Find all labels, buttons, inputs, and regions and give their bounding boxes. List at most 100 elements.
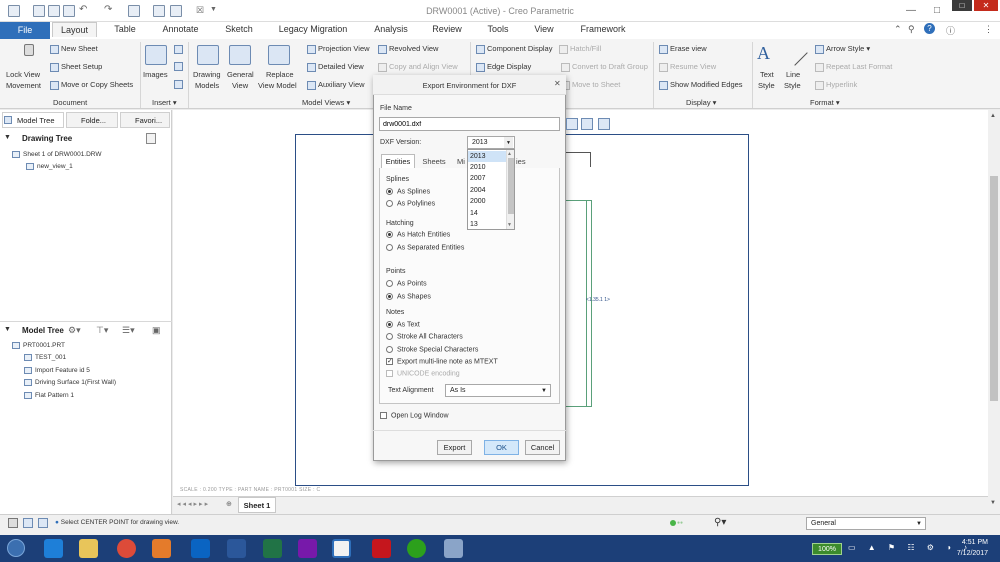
view-geometry-outline[interactable]	[566, 200, 592, 407]
clock-time[interactable]: 4:51 PM	[950, 539, 988, 546]
hyperlink-button[interactable]: Hyperlink	[815, 80, 857, 90]
insert-group-label[interactable]: Insert ▾	[152, 98, 177, 107]
as-hatch-entities-radio[interactable]: As Hatch Entities	[386, 231, 450, 238]
model-tree-filter-icon[interactable]: ⊤▾	[96, 325, 108, 336]
media-player-icon[interactable]	[152, 539, 171, 558]
search-icon[interactable]: ⚲	[908, 24, 915, 35]
lock-view-label-1[interactable]: Lock View	[6, 70, 40, 79]
close-button[interactable]: ✕	[974, 0, 998, 11]
tree-item-driving-surface[interactable]: Driving Surface 1(First Wall)	[24, 379, 116, 386]
text-style-label-2[interactable]: Style	[758, 81, 775, 90]
status-icon-1[interactable]	[8, 518, 18, 528]
component-display-button[interactable]: Component Display	[476, 44, 552, 54]
as-shapes-radio[interactable]: As Shapes	[386, 293, 431, 300]
insert-small-icon-2[interactable]	[174, 62, 183, 71]
hatch-fill-button[interactable]: Hatch/Fill	[559, 44, 601, 54]
zoom-in-icon[interactable]	[581, 118, 593, 130]
as-points-radio[interactable]: As Points	[386, 280, 427, 287]
clock-date[interactable]: 7/12/2017	[945, 550, 988, 557]
undo-icon[interactable]: ↶	[79, 4, 87, 15]
export-button[interactable]: Export	[437, 440, 472, 455]
word-icon[interactable]	[227, 539, 246, 558]
tree-item-test[interactable]: TEST_001	[24, 354, 66, 361]
model-tree-tools-icon[interactable]: ⚙▾	[68, 325, 81, 336]
help-icon[interactable]: ?	[924, 23, 935, 34]
repeat-last-format-button[interactable]: Repeat Last Format	[815, 62, 892, 72]
redo-icon[interactable]: ↷	[104, 4, 112, 15]
tab-tools[interactable]: Tools	[475, 22, 521, 37]
switch-windows-icon[interactable]	[170, 5, 182, 17]
tab-properties[interactable]: ies	[516, 155, 542, 168]
copy-align-view-button[interactable]: Copy and Align View	[378, 62, 458, 72]
scrollbar-thumb[interactable]	[990, 176, 998, 401]
show-modified-edges-button[interactable]: Show Modified Edges	[659, 80, 743, 90]
as-splines-radio[interactable]: As Splines	[386, 188, 430, 195]
tab-review[interactable]: Review	[424, 22, 470, 37]
replace-label-2[interactable]: View Model	[258, 81, 297, 90]
start-button-icon[interactable]	[7, 539, 25, 557]
tab-framework[interactable]: Framework	[570, 22, 636, 37]
dropdown-scroll-down-icon[interactable]: ▼	[507, 222, 512, 228]
detailed-view-button[interactable]: Detailed View	[307, 62, 364, 72]
drawing-tree-settings-icon[interactable]	[146, 133, 156, 144]
open-log-window-checkbox[interactable]: Open Log Window	[380, 412, 449, 419]
dxf-version-option[interactable]: 2013	[468, 151, 506, 162]
dxf-version-option[interactable]: 2007	[468, 173, 506, 184]
quick-access-dropdown-icon[interactable]: ▼	[210, 6, 217, 13]
windows-icon[interactable]	[153, 5, 165, 17]
unicode-encoding-checkbox[interactable]: UNICODE encoding	[386, 370, 460, 377]
open-file-icon[interactable]	[48, 5, 60, 17]
stroke-special-characters-radio[interactable]: Stroke Special Characters	[386, 346, 478, 353]
as-separated-entities-radio[interactable]: As Separated Entities	[386, 244, 464, 251]
notification-icon[interactable]: ⓘ	[946, 24, 955, 37]
tree-item-import-feature[interactable]: Import Feature id 5	[24, 367, 90, 374]
text-alignment-select[interactable]: As Is ▼	[445, 384, 551, 397]
tab-annotate[interactable]: Annotate	[153, 22, 208, 37]
file-name-input[interactable]	[379, 117, 560, 131]
chrome-icon[interactable]	[117, 539, 136, 558]
ok-button[interactable]: OK	[484, 440, 519, 455]
revolved-view-button[interactable]: Revolved View	[378, 44, 438, 54]
tab-sheets[interactable]: Sheets	[418, 155, 450, 168]
tree-item-sheet[interactable]: Sheet 1 of DRW0001.DRW	[12, 151, 102, 158]
lock-view-label-2[interactable]: Movement	[6, 81, 41, 90]
tab-legacy-migration[interactable]: Legacy Migration	[270, 22, 356, 37]
dxf-version-option[interactable]: 2004	[468, 185, 506, 196]
general-view-label-1[interactable]: General	[227, 70, 254, 79]
model-tree-columns-icon[interactable]: ☰▾	[122, 325, 135, 336]
refit-icon[interactable]	[566, 118, 578, 130]
find-icon[interactable]: ⚲▾	[714, 517, 726, 528]
status-icon-3[interactable]	[38, 518, 48, 528]
arrow-style-button[interactable]: Arrow Style ▾	[815, 44, 870, 54]
save-icon[interactable]	[63, 5, 75, 17]
line-style-label-1[interactable]: Line	[786, 70, 800, 79]
move-copy-sheets-button[interactable]: Move or Copy Sheets	[50, 80, 133, 90]
new-file-icon[interactable]	[33, 5, 45, 17]
as-text-radio[interactable]: As Text	[386, 321, 420, 328]
edge-display-button[interactable]: Edge Display	[476, 62, 531, 72]
export-mtext-checkbox[interactable]: ✓ Export multi-line note as MTEXT	[386, 358, 498, 365]
sheet-navigation-icons[interactable]: ◂◂◂▸▸▸	[177, 500, 210, 508]
outlook-icon[interactable]	[191, 539, 210, 558]
more-icon[interactable]: ⋮	[984, 24, 993, 35]
maximize-button[interactable]: □	[928, 4, 946, 18]
drawing-models-label-2[interactable]: Models	[195, 81, 219, 90]
collapse-ribbon-icon[interactable]: ⌃	[894, 24, 902, 35]
tab-favorites[interactable]: Favori...	[120, 112, 170, 128]
creo-taskbar-icon[interactable]	[332, 539, 351, 558]
erase-view-button[interactable]: Erase view	[659, 44, 707, 54]
display-group-label[interactable]: Display ▾	[686, 98, 716, 107]
tab-layout[interactable]: Layout	[52, 22, 97, 37]
dxf-version-option[interactable]: 14	[468, 208, 506, 219]
convert-draft-group-button[interactable]: Convert to Draft Group	[561, 62, 648, 72]
quickbooks-icon[interactable]	[407, 539, 426, 558]
dxf-version-option[interactable]: 2000	[468, 196, 506, 207]
tab-analysis[interactable]: Analysis	[363, 22, 419, 37]
tree-item-flat-pattern[interactable]: Flat Pattern 1	[24, 392, 74, 399]
status-icon-2[interactable]	[23, 518, 33, 528]
auxiliary-view-button[interactable]: Auxiliary View	[307, 80, 365, 90]
drawing-models-label-1[interactable]: Drawing	[193, 70, 221, 79]
dxf-version-option[interactable]: 2010	[468, 162, 506, 173]
text-style-label-1[interactable]: Text	[760, 70, 774, 79]
images-button[interactable]: Images	[143, 70, 168, 79]
